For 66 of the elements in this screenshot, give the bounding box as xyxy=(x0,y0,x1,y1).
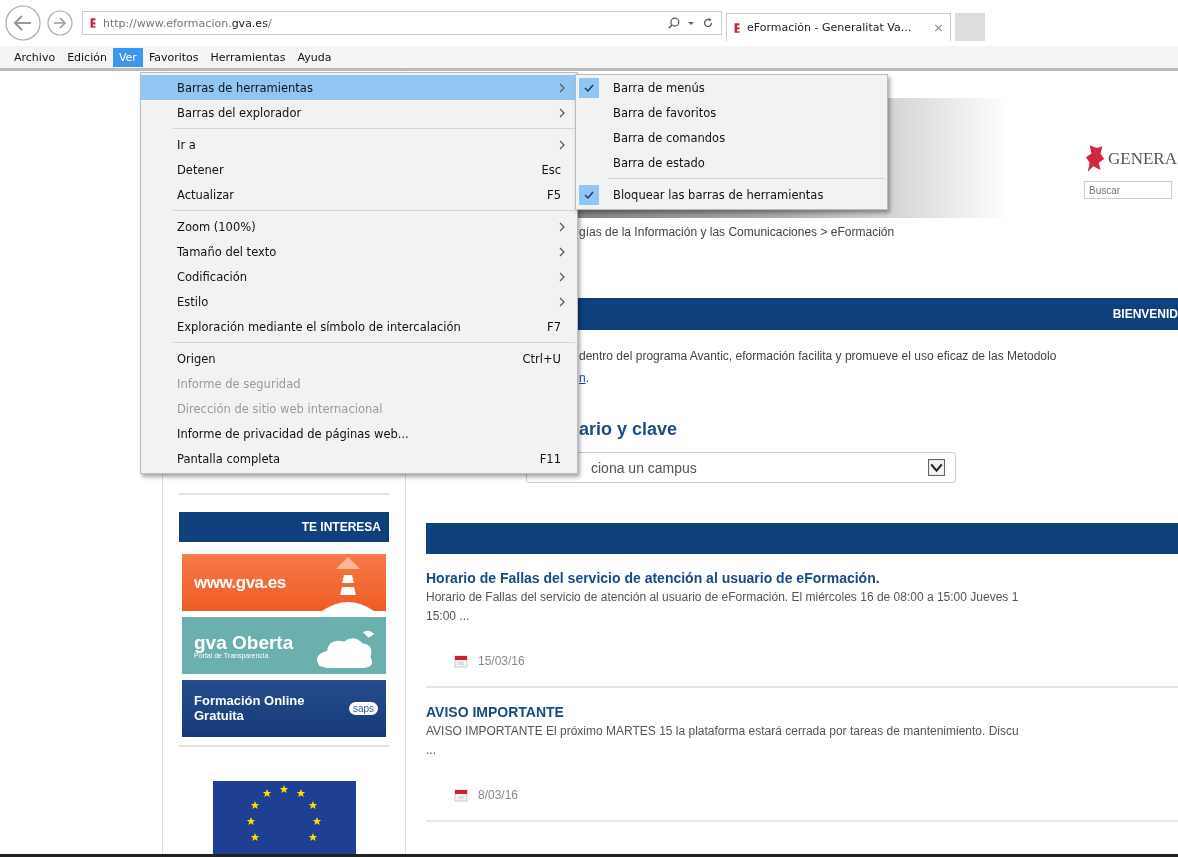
login-heading: ario y clave xyxy=(579,419,679,440)
menu-item[interactable]: Informe de privacidad de páginas web... xyxy=(141,421,577,446)
menu-bar-item[interactable]: Edición xyxy=(61,47,113,67)
menu-bar-item[interactable]: Favoritos xyxy=(142,47,205,67)
menu-item[interactable]: Zoom (100%) xyxy=(141,214,577,239)
search-field[interactable]: Buscar xyxy=(1084,181,1172,199)
section-heading: TE INTERESA xyxy=(179,512,389,542)
intro-paragraph: dentro del programa Avantic, eformación facilita y promueve el uso eficaz de las Metodolo n. xyxy=(579,348,1058,387)
banner-text: gva Oberta xyxy=(194,632,294,652)
browser-tab[interactable]: eFormación - Generalitat Va... × xyxy=(726,13,951,41)
site-logo-icon xyxy=(89,17,97,29)
menu-item[interactable]: Estilo xyxy=(141,289,577,314)
url-text: http://www.eformacion.gva.es/ xyxy=(103,16,272,30)
welcome-title: BIENVENID xyxy=(1112,307,1178,321)
menu-bar-item[interactable]: Ayuda xyxy=(291,47,338,67)
menu-item[interactable]: Barra de estado xyxy=(576,150,887,175)
menu-bar-item[interactable]: Herramientas xyxy=(204,47,292,67)
menu-item[interactable]: Barras de herramientas xyxy=(141,75,577,100)
breadcrumb: gías de la Información y las Comunicaciones > eFormación xyxy=(579,225,896,239)
chevron-right-icon xyxy=(559,139,565,150)
banner-text: Formación Online Gratuita xyxy=(194,694,306,723)
menu-item[interactable]: Barra de favoritos xyxy=(576,100,887,125)
news-summary: Horario de Fallas del servicio de atención al usuario de eFormación. El miércoles 16 de 08:00 a 15:00 Jueves 1 15:00 ... xyxy=(426,589,1020,625)
menu-bar-item[interactable]: Archivo xyxy=(8,47,62,67)
menu-item[interactable]: Barra de comandos xyxy=(576,125,887,150)
tab-title: eFormación - Generalitat Va... xyxy=(747,21,912,34)
close-tab-button[interactable]: × xyxy=(933,20,944,35)
news-summary: AVISO IMPORTANTE El próximo MARTES 15 la plataforma estará cerrada por tareas de mantenimiento. Discu ... xyxy=(426,723,1020,759)
search-icon[interactable] xyxy=(667,16,681,30)
menu-item[interactable]: Barras del explorador xyxy=(141,100,577,125)
shortcut-text: Esc xyxy=(541,162,561,177)
chevron-right-icon xyxy=(559,246,565,257)
calendar-icon xyxy=(454,788,468,802)
site-logo-icon xyxy=(733,21,741,34)
back-button[interactable] xyxy=(4,4,42,42)
chevron-right-icon xyxy=(559,296,565,307)
chevron-right-icon xyxy=(559,82,565,93)
refresh-icon[interactable] xyxy=(701,16,715,30)
date-text: 8/03/16 xyxy=(478,788,519,802)
menu-item[interactable]: Bloquear las barras de herramientas xyxy=(576,182,887,207)
menu-item[interactable]: Barra de menús xyxy=(576,75,887,100)
training-banner[interactable]: Formación Online Gratuita saps xyxy=(182,680,386,737)
menu-item[interactable]: Exploración mediante el símbolo de intercalación F7 xyxy=(141,314,577,339)
caret-icon[interactable] xyxy=(687,19,695,27)
menu-item[interactable]: Detener Esc xyxy=(141,157,577,182)
banner-text: www.gva.es xyxy=(194,572,286,593)
chevron-right-icon xyxy=(559,271,565,282)
menu-item[interactable]: Actualizar F5 xyxy=(141,182,577,207)
date-text: 15/03/16 xyxy=(478,654,525,668)
menu-item[interactable]: Ir a xyxy=(141,132,577,157)
shortcut-text: Ctrl+U xyxy=(522,351,561,366)
menu-item[interactable]: Origen Ctrl+U xyxy=(141,346,577,371)
saps-logo: saps xyxy=(348,702,378,715)
news-title-link[interactable]: AVISO IMPORTANTE xyxy=(426,704,1178,720)
menu-item[interactable]: Tamaño del texto xyxy=(141,239,577,264)
calendar-icon xyxy=(454,654,468,668)
address-bar[interactable]: http://www.eformacion.gva.es/ xyxy=(82,11,722,35)
chevron-right-icon xyxy=(559,221,565,232)
menu-item[interactable]: Codificación xyxy=(141,264,577,289)
news-title-link[interactable]: Horario de Fallas del servicio de atención al usuario de eFormación. xyxy=(426,570,1178,586)
chevron-right-icon xyxy=(559,107,565,118)
link[interactable]: n xyxy=(579,371,586,385)
logo-text: GENERA xyxy=(1108,149,1177,169)
shortcut-text: F7 xyxy=(547,319,561,334)
shortcut-text: F5 xyxy=(547,187,561,202)
shortcut-text: F11 xyxy=(539,451,561,466)
